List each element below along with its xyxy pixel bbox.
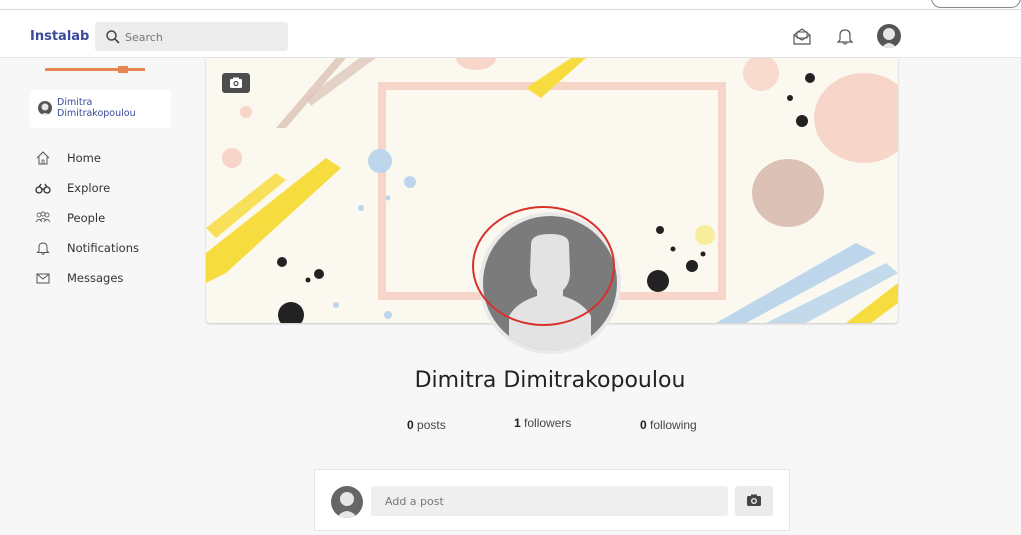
- sidebar-item-explore[interactable]: Explore: [35, 178, 185, 198]
- camera-icon: [230, 77, 242, 88]
- sidebar-item-notifications[interactable]: Notifications: [35, 238, 185, 258]
- sidebar-item-home[interactable]: Home: [35, 148, 185, 168]
- envelope-icon: [36, 273, 50, 284]
- add-photo-button[interactable]: [735, 486, 773, 516]
- bell-icon: [36, 242, 50, 255]
- binoculars-icon: [35, 183, 51, 194]
- change-cover-button[interactable]: [222, 73, 250, 93]
- avatar: [38, 101, 52, 115]
- following-stat[interactable]: 0 following: [640, 418, 697, 432]
- search-icon: [106, 30, 120, 44]
- user-avatar[interactable]: [877, 24, 901, 48]
- sidebar-user-name: Dimitra Dimitrakopoulou: [57, 97, 136, 119]
- home-icon: [36, 151, 50, 165]
- composer-avatar: [331, 486, 363, 518]
- camera-icon: [747, 494, 761, 506]
- highlight-circle: [472, 206, 615, 326]
- post-composer: [314, 469, 790, 531]
- sidebar: Dimitra Dimitrakopoulou Home Explore Peo…: [0, 58, 200, 535]
- messages-envelope-icon[interactable]: [792, 26, 812, 46]
- sidebar-item-people[interactable]: People: [35, 208, 185, 228]
- search-input[interactable]: [125, 27, 275, 47]
- window-top-edge: [0, 0, 1021, 10]
- sidebar-accent-bar: [45, 66, 145, 73]
- add-post-input[interactable]: [371, 486, 728, 516]
- sidebar-user-card[interactable]: Dimitra Dimitrakopoulou: [30, 90, 171, 128]
- sidebar-item-messages[interactable]: Messages: [35, 268, 185, 288]
- posts-stat[interactable]: 0 posts: [407, 418, 446, 432]
- followers-stat[interactable]: 1 followers: [514, 416, 571, 430]
- notifications-bell-icon[interactable]: [835, 26, 855, 46]
- people-icon: [35, 211, 51, 223]
- top-navbar: Instalab: [0, 0, 1021, 58]
- brand-logo[interactable]: Instalab: [30, 29, 89, 44]
- profile-name: Dimitra Dimitrakopoulou: [414, 368, 686, 393]
- search-box[interactable]: [95, 22, 288, 51]
